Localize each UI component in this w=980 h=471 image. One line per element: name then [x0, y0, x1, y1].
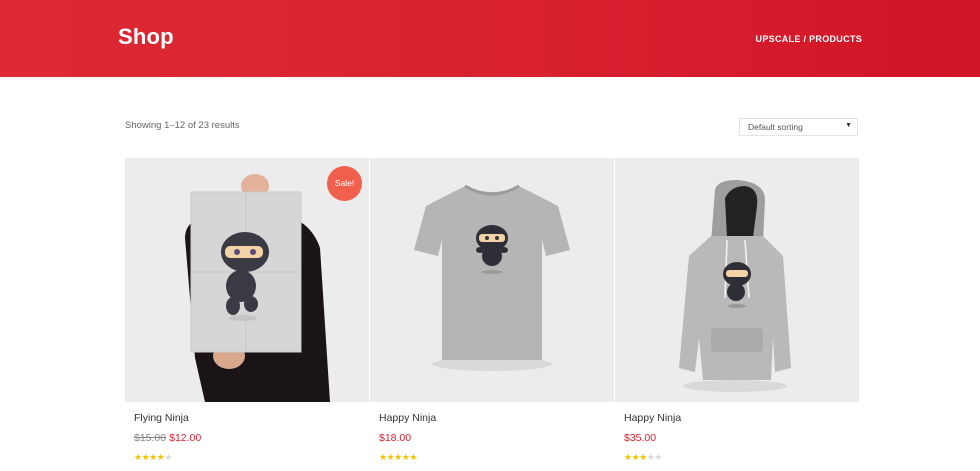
star-rating: ★★★★★ — [134, 452, 172, 463]
star-icon: ★ — [379, 452, 387, 462]
page-title: Shop — [118, 24, 174, 49]
star-icon: ★ — [394, 452, 402, 462]
star-icon: ★ — [134, 452, 142, 462]
product-card[interactable]: Sale! Flying Ninja $15.00 $12.00 ★★★★★ — [125, 158, 369, 471]
star-rating: ★★★★★ — [624, 452, 662, 463]
chevron-down-icon: ▼ — [845, 122, 852, 129]
breadcrumb: UPSCALE / PRODUCTS — [756, 34, 862, 44]
product-title[interactable]: Happy Ninja — [624, 412, 681, 424]
star-icon: ★ — [654, 452, 662, 462]
page-header-banner: Shop UPSCALE / PRODUCTS — [0, 0, 980, 77]
breadcrumb-current: PRODUCTS — [809, 34, 862, 44]
sale-price: $12.00 — [169, 432, 202, 444]
sorting-select[interactable]: Default sorting ▼ — [739, 118, 858, 136]
ninja-poster-image[interactable]: Sale! — [125, 158, 369, 402]
product-card[interactable]: Happy Ninja $35.00 ★★★★★ — [615, 158, 859, 471]
star-icon: ★ — [164, 452, 172, 462]
breadcrumb-separator: / — [803, 34, 807, 44]
product-title[interactable]: Flying Ninja — [134, 412, 189, 424]
product-price: $15.00 $12.00 — [134, 432, 201, 444]
regular-price: $15.00 — [134, 432, 167, 444]
star-icon: ★ — [624, 452, 632, 462]
product-price: $35.00 — [624, 432, 656, 444]
star-rating: ★★★★★ — [379, 452, 417, 463]
ninja-tshirt-image[interactable] — [370, 158, 614, 402]
sale-badge: Sale! — [327, 166, 362, 201]
sorting-selected-value: Default sorting — [748, 122, 803, 132]
product-price: $18.00 — [379, 432, 411, 444]
star-icon: ★ — [639, 452, 647, 462]
star-icon: ★ — [149, 452, 157, 462]
price-amount: $18.00 — [379, 432, 412, 444]
product-card[interactable]: Happy Ninja $18.00 ★★★★★ — [370, 158, 614, 471]
result-count: Showing 1–12 of 23 results — [125, 120, 240, 131]
product-title[interactable]: Happy Ninja — [379, 412, 436, 424]
star-icon: ★ — [409, 452, 417, 462]
price-amount: $35.00 — [624, 432, 657, 444]
breadcrumb-home-link[interactable]: UPSCALE — [756, 34, 801, 44]
ninja-hoodie-image[interactable] — [615, 158, 859, 402]
